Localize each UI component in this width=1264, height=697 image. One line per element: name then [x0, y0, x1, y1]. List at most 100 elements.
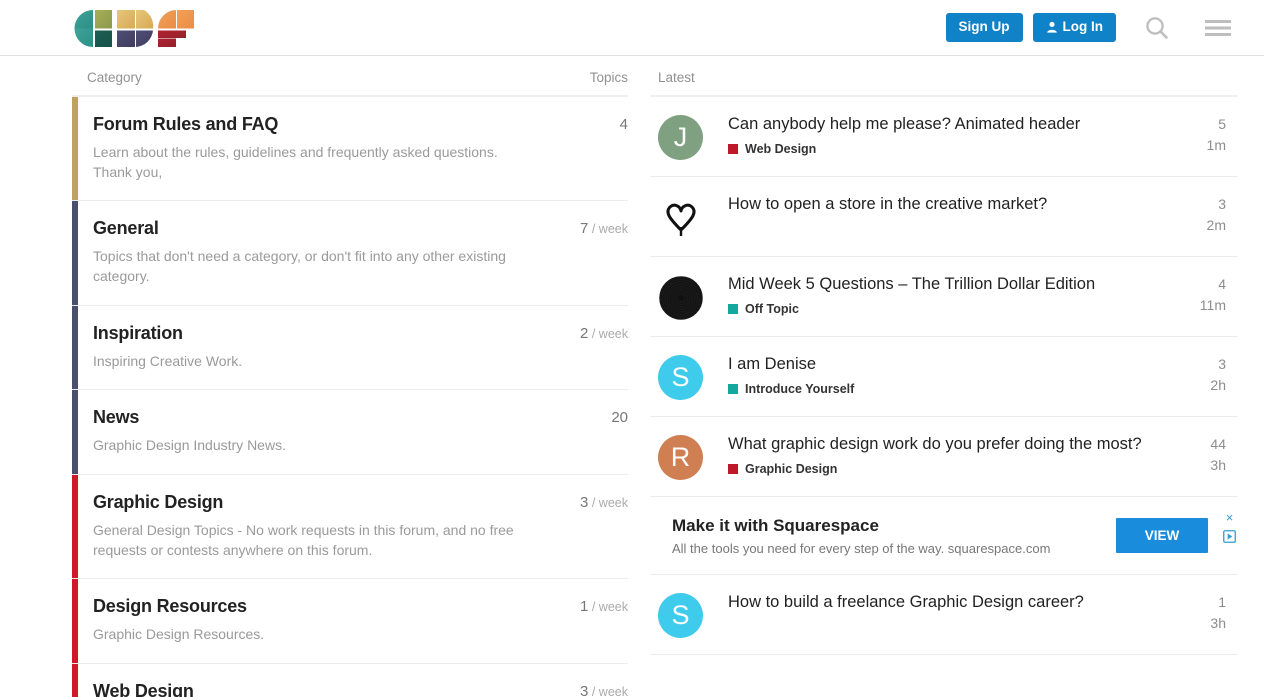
- avatar[interactable]: J: [658, 115, 703, 160]
- search-button[interactable]: [1138, 15, 1176, 41]
- advertisement-row[interactable]: Make it with SquarespaceAll the tools yo…: [650, 497, 1238, 575]
- category-row-body: NewsGraphic Design Industry News. 20: [78, 390, 628, 474]
- topic-row[interactable]: Mid Week 5 Questions – The Trillion Doll…: [650, 257, 1238, 337]
- topic-row[interactable]: S I am Denise Introduce Yourself 32h: [650, 337, 1238, 417]
- category-row[interactable]: Graphic Design General Design Topics - No…: [72, 475, 628, 579]
- header-actions: Sign Up Log In: [946, 13, 1239, 42]
- category-color-square-icon: [728, 304, 738, 314]
- category-row-body: Graphic Design General Design Topics - No…: [78, 475, 628, 578]
- sign-up-button[interactable]: Sign Up: [946, 13, 1023, 42]
- topic-reply-count: 3: [1182, 354, 1226, 375]
- topic-title[interactable]: How to build a freelance Graphic Design …: [728, 591, 1168, 613]
- category-topic-count: 4: [606, 114, 628, 133]
- category-description: Inspiring Creative Work.: [93, 352, 242, 372]
- topic-age: 11m: [1182, 295, 1226, 316]
- hamburger-menu-icon: [1204, 17, 1232, 39]
- category-color-square-icon: [728, 144, 738, 154]
- category-description: General Design Topics - No work requests…: [93, 521, 528, 561]
- adchoices-icon[interactable]: [1223, 530, 1236, 543]
- hamburger-menu-button[interactable]: [1198, 17, 1238, 39]
- topic-title[interactable]: I am Denise: [728, 353, 1168, 375]
- topic-age: 2m: [1182, 215, 1226, 236]
- topic-title[interactable]: What graphic design work do you prefer d…: [728, 433, 1168, 455]
- category-text: Inspiration Inspiring Creative Work.: [93, 323, 242, 372]
- ad-text: Make it with SquarespaceAll the tools yo…: [658, 516, 1116, 556]
- category-title[interactable]: Inspiration: [93, 323, 242, 344]
- category-title[interactable]: News: [93, 407, 286, 428]
- category-count-period: / week: [588, 496, 628, 510]
- topic-main: I am Denise Introduce Yourself: [703, 353, 1182, 396]
- category-row[interactable]: General Topics that don't need a category…: [72, 201, 628, 305]
- category-color-square-icon: [728, 464, 738, 474]
- avatar[interactable]: [658, 195, 703, 240]
- page-body: Category Topics Forum Rules and FAQLearn…: [0, 56, 1264, 697]
- category-description: Topics that don't need a category, or do…: [93, 247, 528, 287]
- category-count-number: 4: [620, 116, 628, 133]
- avatar[interactable]: S: [658, 355, 703, 400]
- ad-view-button[interactable]: VIEW: [1116, 518, 1208, 553]
- category-row-body: Forum Rules and FAQLearn about the rules…: [78, 97, 628, 200]
- category-text: NewsGraphic Design Industry News.: [93, 407, 286, 456]
- topic-row[interactable]: R What graphic design work do you prefer …: [650, 417, 1238, 497]
- topic-row[interactable]: How to open a store in the creative mark…: [650, 177, 1238, 257]
- category-row[interactable]: Design ResourcesGraphic Design Resources…: [72, 579, 628, 664]
- category-text: Forum Rules and FAQLearn about the rules…: [93, 114, 528, 182]
- gdf-logo-icon: [72, 8, 196, 48]
- category-row[interactable]: NewsGraphic Design Industry News. 20: [72, 390, 628, 475]
- topic-list: J Can anybody help me please? Animated he…: [650, 97, 1238, 655]
- categories-column: Category Topics Forum Rules and FAQLearn…: [72, 56, 628, 697]
- topic-main: How to open a store in the creative mark…: [703, 193, 1182, 215]
- avatar[interactable]: [658, 275, 703, 320]
- category-row[interactable]: Web DesignWeb and App Design posts.3 / w…: [72, 664, 628, 697]
- ad-title[interactable]: Make it with Squarespace: [672, 516, 1116, 536]
- categories-column-header: Category Topics: [72, 56, 628, 95]
- topic-category-badge[interactable]: Graphic Design: [728, 462, 1168, 476]
- log-in-label: Log In: [1063, 20, 1104, 34]
- user-icon: [1046, 21, 1058, 33]
- category-topic-count: 20: [597, 407, 628, 426]
- topic-reply-count: 44: [1182, 434, 1226, 455]
- category-topic-count: 7 / week: [566, 218, 628, 237]
- topic-title[interactable]: Mid Week 5 Questions – The Trillion Doll…: [728, 273, 1168, 295]
- topic-row[interactable]: J Can anybody help me please? Animated he…: [650, 97, 1238, 177]
- gdf-logo[interactable]: [72, 6, 196, 50]
- topic-meta: 32m: [1182, 193, 1238, 236]
- heart-doodle-icon: [659, 196, 703, 240]
- category-count-period: / week: [588, 327, 628, 341]
- category-row[interactable]: Inspiration Inspiring Creative Work. 2 / w…: [72, 306, 628, 391]
- category-count-number: 20: [611, 409, 628, 426]
- topic-row[interactable]: S How to build a freelance Graphic Design…: [650, 575, 1238, 655]
- category-list: Forum Rules and FAQLearn about the rules…: [72, 97, 628, 697]
- category-title[interactable]: General: [93, 218, 528, 239]
- topic-category-badge[interactable]: Off Topic: [728, 302, 1168, 316]
- avatar[interactable]: S: [658, 593, 703, 638]
- category-title[interactable]: Web Design: [93, 681, 266, 697]
- topic-title[interactable]: Can anybody help me please? Animated hea…: [728, 113, 1168, 135]
- category-color-square-icon: [728, 384, 738, 394]
- topic-reply-count: 1: [1182, 592, 1226, 613]
- topic-title[interactable]: How to open a store in the creative mark…: [728, 193, 1168, 215]
- category-row-body: Inspiration Inspiring Creative Work. 2 / w…: [78, 306, 628, 390]
- ad-close-icon[interactable]: ×: [1226, 511, 1234, 524]
- category-title[interactable]: Graphic Design: [93, 492, 528, 513]
- category-title[interactable]: Forum Rules and FAQ: [93, 114, 528, 135]
- category-count-period: / week: [588, 685, 628, 697]
- category-row[interactable]: Forum Rules and FAQLearn about the rules…: [72, 97, 628, 201]
- topic-category-label: Graphic Design: [745, 462, 837, 476]
- topic-age: 1m: [1182, 135, 1226, 156]
- category-topic-count: 1 / week: [566, 596, 628, 615]
- avatar[interactable]: R: [658, 435, 703, 480]
- search-icon: [1144, 15, 1170, 41]
- topic-category-label: Introduce Yourself: [745, 382, 854, 396]
- category-title[interactable]: Design Resources: [93, 596, 264, 617]
- topic-reply-count: 5: [1182, 114, 1226, 135]
- topic-meta: 32h: [1182, 353, 1238, 396]
- topic-category-badge[interactable]: Introduce Yourself: [728, 382, 1168, 396]
- category-count-period: / week: [588, 222, 628, 236]
- category-row-body: General Topics that don't need a category…: [78, 201, 628, 304]
- topic-category-badge[interactable]: Web Design: [728, 142, 1168, 156]
- log-in-button[interactable]: Log In: [1033, 13, 1117, 42]
- category-text: Web DesignWeb and App Design posts.: [93, 681, 266, 697]
- category-topic-count: 2 / week: [566, 323, 628, 342]
- topics-column-label: Topics: [590, 70, 628, 85]
